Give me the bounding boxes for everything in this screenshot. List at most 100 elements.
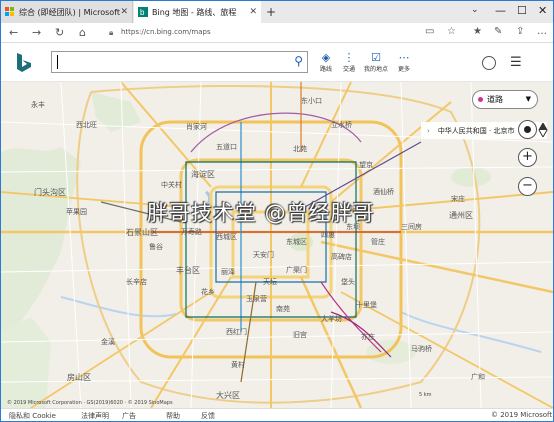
map-label: 垡头	[341, 278, 355, 286]
favorite-star-icon[interactable]: ☆	[447, 26, 456, 37]
map-label: 玉泉营	[246, 295, 267, 303]
tool-my-places[interactable]: ☑ 我的地点	[363, 51, 389, 73]
back-icon[interactable]: ←	[9, 26, 18, 39]
new-tab-icon[interactable]: +	[266, 5, 276, 19]
settings-more-icon[interactable]: …	[537, 26, 547, 37]
legal-link[interactable]: 法律声明	[81, 411, 109, 421]
close-tab-icon[interactable]: ✕	[120, 7, 128, 17]
tab-bing-maps[interactable]: b Bing 地图 - 路线、旅程 ✕	[134, 1, 261, 23]
map-label: 永丰	[31, 101, 45, 109]
map-label: 中关村	[161, 181, 182, 189]
plus-icon: +	[522, 149, 533, 164]
map-label: 万寿路	[181, 228, 202, 236]
favorites-hub-icon[interactable]: ★	[473, 26, 482, 37]
style-indicator-icon	[478, 97, 483, 102]
map-label: 望京	[359, 161, 373, 169]
location-text: 中华人民共和国 · 北京市	[437, 126, 515, 135]
map-label: 鲁谷	[149, 243, 163, 251]
lock-icon: 🔒︎	[109, 28, 114, 37]
map-label: 五道口	[216, 143, 237, 151]
browser-window: 综合 (即经团队) | Microsoft ✕ b Bing 地图 - 路线、旅…	[0, 0, 554, 422]
minimize-icon[interactable]: —	[495, 4, 506, 17]
bing-logo-icon[interactable]	[15, 52, 33, 74]
hamburger-menu-icon[interactable]: ☰	[510, 55, 522, 70]
map-label: 石景山区	[126, 228, 158, 237]
map-label: 花乡	[201, 288, 215, 296]
tab-title: 综合 (即经团队) | Microsoft	[19, 7, 120, 17]
compass-icon[interactable]	[538, 123, 550, 137]
close-window-icon[interactable]: ✕	[538, 4, 547, 17]
map-label: 旧宫	[293, 331, 307, 339]
map-label: 肖家河	[186, 123, 207, 131]
microsoft-favicon-icon	[5, 7, 15, 17]
privacy-link[interactable]: 隐私和 Cookie	[9, 411, 56, 421]
dropdown-arrow-icon: ▼	[525, 95, 531, 103]
map-label: 北苑	[293, 145, 307, 153]
search-box[interactable]: ⚲	[51, 51, 308, 73]
home-icon[interactable]: ⌂	[79, 26, 86, 39]
tool-traffic[interactable]: ⋮ 交通	[336, 51, 362, 73]
tab-title: Bing 地图 - 路线、旅程	[152, 7, 237, 17]
map-label: 亦庄	[361, 333, 375, 341]
bing-favicon-icon: b	[138, 7, 148, 17]
ads-link[interactable]: 广告	[122, 411, 136, 421]
map-label: 东城区	[286, 238, 307, 246]
tool-label: 我的地点	[363, 66, 388, 73]
map-label: 房山区	[67, 373, 91, 382]
avatar[interactable]	[482, 56, 496, 70]
map-label: 西城区	[216, 233, 237, 241]
map-label: 宋庄	[451, 195, 465, 203]
map-copyright: © 2019 Microsoft Corporation · GS(2019)6…	[7, 400, 173, 406]
traffic-icon: ⋮	[343, 51, 355, 64]
map-label: 马驹桥	[411, 345, 432, 353]
map-label: 四惠	[321, 231, 335, 239]
svg-text:b: b	[140, 8, 145, 17]
map-style-selector[interactable]: 道路 ▼	[472, 90, 538, 109]
search-icon[interactable]: ⚲	[294, 54, 303, 68]
tab-list-icon[interactable]: ⌄	[471, 5, 479, 15]
bing-header: ⚲ ◈ 路线 ⋮ 交通 ☑ 我的地点 ⋯ 更多 ☰	[1, 43, 553, 82]
map-label: 酒仙桥	[373, 188, 394, 196]
feedback-link[interactable]: 反馈	[201, 411, 215, 421]
tool-label: 更多	[397, 66, 410, 73]
map-label: 金溪	[101, 338, 115, 346]
address-bar: ← → ↻ ⌂ 🔒︎ https://cn.bing.com/maps ▭ ☆ …	[1, 23, 553, 43]
minus-icon: −	[522, 178, 533, 193]
map-label: 天安门	[253, 251, 274, 259]
locate-me-icon[interactable]	[518, 120, 537, 139]
map-label: 十里堡	[356, 301, 377, 309]
tab-microsoft[interactable]: 综合 (即经团队) | Microsoft ✕	[1, 1, 133, 23]
tab-bar: 综合 (即经团队) | Microsoft ✕ b Bing 地图 - 路线、旅…	[1, 1, 553, 23]
scale-bar: 5 km	[419, 392, 432, 398]
map-label: 大兴区	[216, 391, 240, 400]
refresh-icon[interactable]: ↻	[55, 26, 64, 39]
map-label: 广渠门	[286, 266, 307, 274]
footer-copyright: © 2019 Microsoft	[491, 411, 553, 419]
map-style-label: 道路	[487, 95, 503, 104]
more-icon: ⋯	[398, 51, 410, 64]
my-places-icon: ☑	[371, 51, 381, 64]
close-tab-icon[interactable]: ✕	[249, 7, 257, 17]
page-footer: 隐私和 Cookie 法律声明 广告 帮助 反馈 © 2019 Microsof…	[1, 408, 553, 421]
map-label: 大羊坊	[321, 315, 342, 323]
watermark-text: 胖哥技术堂 @曾经胖哥	[147, 201, 375, 225]
map-label: 南苑	[276, 305, 290, 313]
share-icon[interactable]: ⇪	[516, 26, 524, 37]
map-label: 立水桥	[331, 121, 352, 129]
zoom-in-button[interactable]: +	[518, 148, 537, 167]
reading-view-icon[interactable]: ▭	[425, 26, 434, 37]
maximize-icon[interactable]: ☐	[517, 4, 527, 17]
map-label: 门头沟区	[34, 188, 66, 197]
map-label: 黄村	[231, 361, 245, 369]
tool-more[interactable]: ⋯ 更多	[391, 51, 417, 73]
map-label: 管庄	[371, 238, 385, 246]
map-label: 高碑店	[331, 253, 352, 261]
url-field[interactable]: https://cn.bing.com/maps	[121, 28, 211, 36]
zoom-out-button[interactable]: −	[518, 177, 537, 196]
map-label: 丽泽	[221, 268, 235, 276]
chevron-right-icon: ›	[427, 126, 430, 135]
help-link[interactable]: 帮助	[166, 411, 180, 421]
notes-icon[interactable]: ✎	[494, 26, 502, 37]
map-canvas[interactable]: 永丰 西北旺 肖家河 东小口 立水桥 五道口 北苑 望京 海淀区 中关村 酒仙桥…	[1, 82, 553, 408]
forward-icon[interactable]: →	[32, 26, 41, 39]
